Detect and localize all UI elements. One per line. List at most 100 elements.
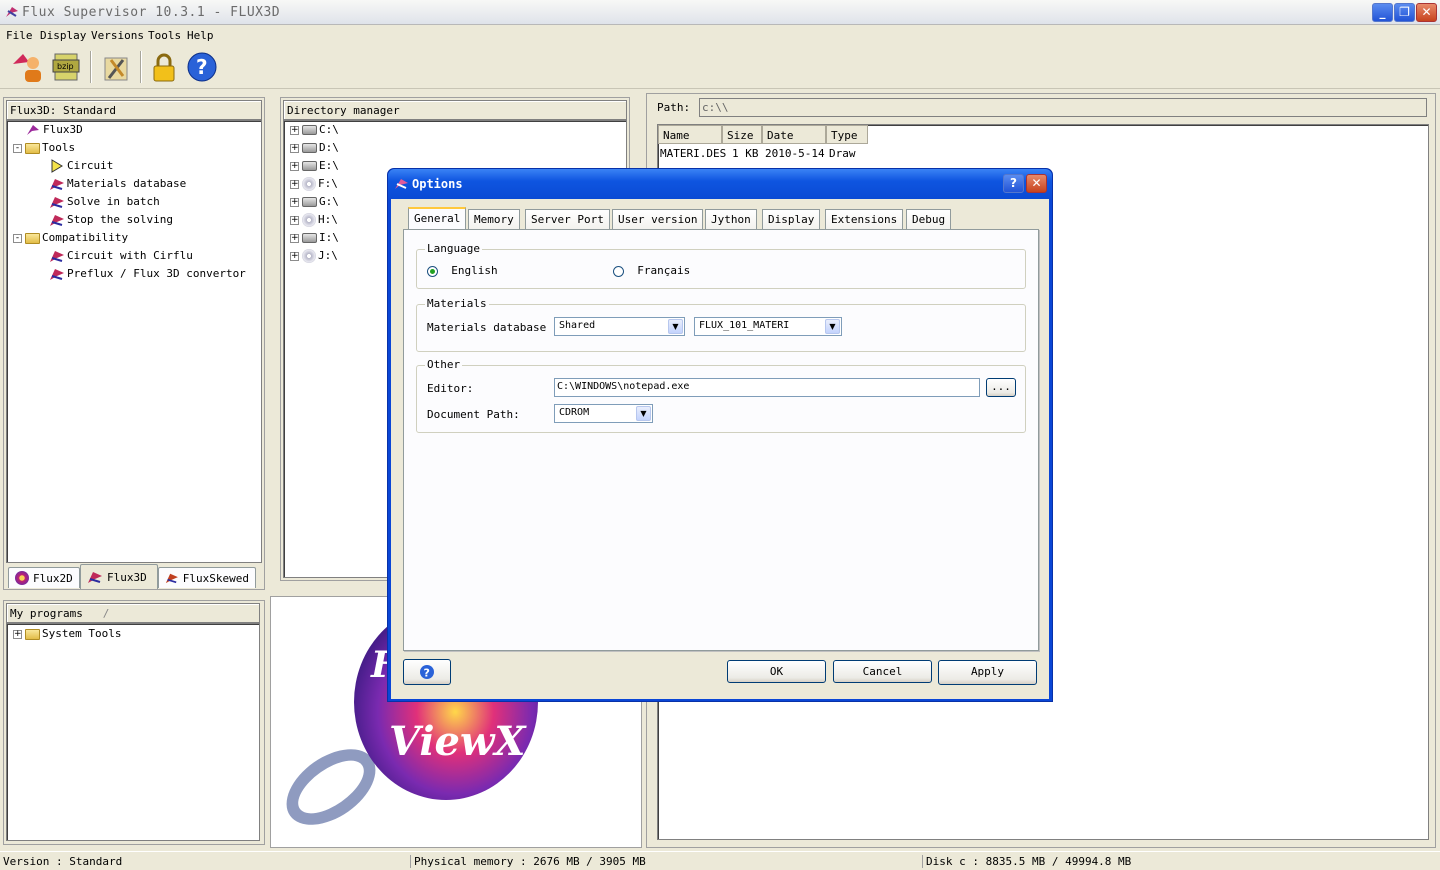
bzip-button[interactable]: bzip [48,49,84,85]
tree-item-stop-the-solving[interactable]: Stop the solving [49,211,173,229]
tab-debug[interactable]: Debug [906,209,952,229]
help-icon: ? [187,52,217,82]
column-type[interactable]: Type [826,125,868,144]
apply-button[interactable]: Apply [938,660,1037,685]
tab-fluxskewed[interactable]: FluxSkewed [158,567,256,588]
chevron-down-icon: ▼ [636,406,651,421]
column-date[interactable]: Date [762,125,826,144]
close-button[interactable]: ✕ [1416,3,1437,22]
status-memory: Physical memory : 2676 MB / 3905 MB [410,855,646,868]
lock-button[interactable] [146,49,182,85]
menu-help[interactable]: Help [187,29,214,42]
expand-icon[interactable]: + [13,629,22,639]
cancel-button[interactable]: Cancel [833,660,932,683]
materials-legend: Materials [425,297,489,310]
stop-solving-icon [50,215,64,226]
expand-icon[interactable]: + [290,179,299,189]
flux2d-icon [15,571,29,585]
column-name[interactable]: Name [658,125,722,144]
menu-display[interactable]: Display [40,29,86,42]
tree-item-preflux-convertor[interactable]: Preflux / Flux 3D convertor [49,265,246,283]
collapse-icon[interactable]: - [13,233,22,243]
column-size[interactable]: Size [722,125,762,144]
expand-icon[interactable]: + [290,125,299,135]
language-group: Language English Français [416,242,1026,289]
tab-server-port[interactable]: Server Port [525,209,610,229]
tab-extensions[interactable]: Extensions [825,209,904,229]
svg-text:?: ? [424,667,430,680]
help-button[interactable]: ? [184,49,220,85]
ok-button[interactable]: OK [727,660,826,683]
hard-drive-icon [302,143,317,153]
flux-user-button[interactable] [10,49,46,85]
tab-flux2d[interactable]: Flux2D [8,567,80,588]
drive-j[interactable]: + J:\ [290,247,338,265]
window-title: Flux Supervisor 10.3.1 - FLUX3D [22,5,281,20]
editor-input[interactable]: C:\WINDOWS\notepad.exe [554,378,980,397]
radio-english[interactable]: English [427,264,498,277]
maximize-button[interactable]: ❐ [1394,3,1415,22]
tree-item-solve-in-batch[interactable]: Solve in batch [49,193,160,211]
flux-app-icon [6,7,18,17]
drive-c[interactable]: + C:\ [290,121,339,139]
materials-source-select[interactable]: Shared ▼ [554,317,685,336]
collapse-icon[interactable]: - [13,143,22,153]
toolbar-separator [90,51,92,83]
table-row[interactable]: MATERI.DES 1 KB 2010-5-14 Draw [658,146,1428,162]
document-path-select[interactable]: CDROM ▼ [554,404,653,423]
tree-item-tools[interactable]: - Tools [13,139,75,157]
status-version: Version : Standard [3,855,123,868]
toolbar-separator [140,51,142,83]
hard-drive-icon [302,125,317,135]
drive-d[interactable]: + D:\ [290,139,339,157]
tab-jython[interactable]: Jython [705,209,757,229]
expand-icon[interactable]: + [290,215,299,225]
tab-user-version[interactable]: User version [612,209,704,229]
document-path-label: Document Path: [427,408,520,421]
cell-size: 1 KB [732,147,759,160]
browse-button[interactable]: ... [986,378,1016,397]
expand-icon[interactable]: + [290,197,299,207]
drive-h[interactable]: + H:\ [290,211,338,229]
menu-tools[interactable]: Tools [148,29,181,42]
flux-user-icon [13,54,41,82]
drive-g[interactable]: + G:\ [290,193,339,211]
tree-item-system-tools[interactable]: + System Tools [13,625,121,643]
programs-header: My programs / [6,603,260,623]
tree-item-compatibility[interactable]: - Compatibility [13,229,128,247]
tab-flux3d[interactable]: Flux3D [80,564,158,589]
tree-item-circuit[interactable]: Circuit [49,157,113,175]
radio-francais[interactable]: Français [613,264,690,277]
other-legend: Other [425,358,463,371]
drive-i[interactable]: + I:\ [290,229,339,247]
tree-item-materials-database[interactable]: Materials database [49,175,186,193]
tree-item-circuit-with-cirflu[interactable]: Circuit with Cirflu [49,247,193,265]
flux-dialog-icon [395,179,408,189]
cirflu-icon [50,251,64,262]
dialog-help-button[interactable]: ? [1003,174,1024,193]
radio-unselected-icon [613,265,624,277]
dialog-title: Options [412,177,463,191]
expand-icon[interactable]: + [290,161,299,171]
tree-item-flux3d[interactable]: Flux3D [25,121,83,139]
drive-e[interactable]: + E:\ [290,157,339,175]
dialog-close-button[interactable]: ✕ [1026,174,1047,193]
help-icon: ? [420,665,434,680]
drive-f[interactable]: + F:\ [290,175,338,193]
expand-icon[interactable]: + [290,143,299,153]
materials-database-label: Materials database [427,321,547,334]
tools-button[interactable] [98,49,134,85]
minimize-button[interactable]: _ [1372,3,1393,22]
folder-icon [25,628,40,640]
svg-text:ViewX: ViewX [389,718,527,765]
tab-display[interactable]: Display [762,209,821,229]
dialog-help-icon-button[interactable]: ? [403,659,451,685]
expand-icon[interactable]: + [290,233,299,243]
menu-file[interactable]: File [6,29,33,42]
tab-memory[interactable]: Memory [468,209,520,229]
tab-general[interactable]: General [408,207,467,230]
expand-icon[interactable]: + [290,251,299,261]
menu-versions[interactable]: Versions [91,29,144,42]
materials-database-select[interactable]: FLUX_101_MATERI ▼ [694,317,842,336]
path-input[interactable]: c:\\ [699,98,1427,117]
